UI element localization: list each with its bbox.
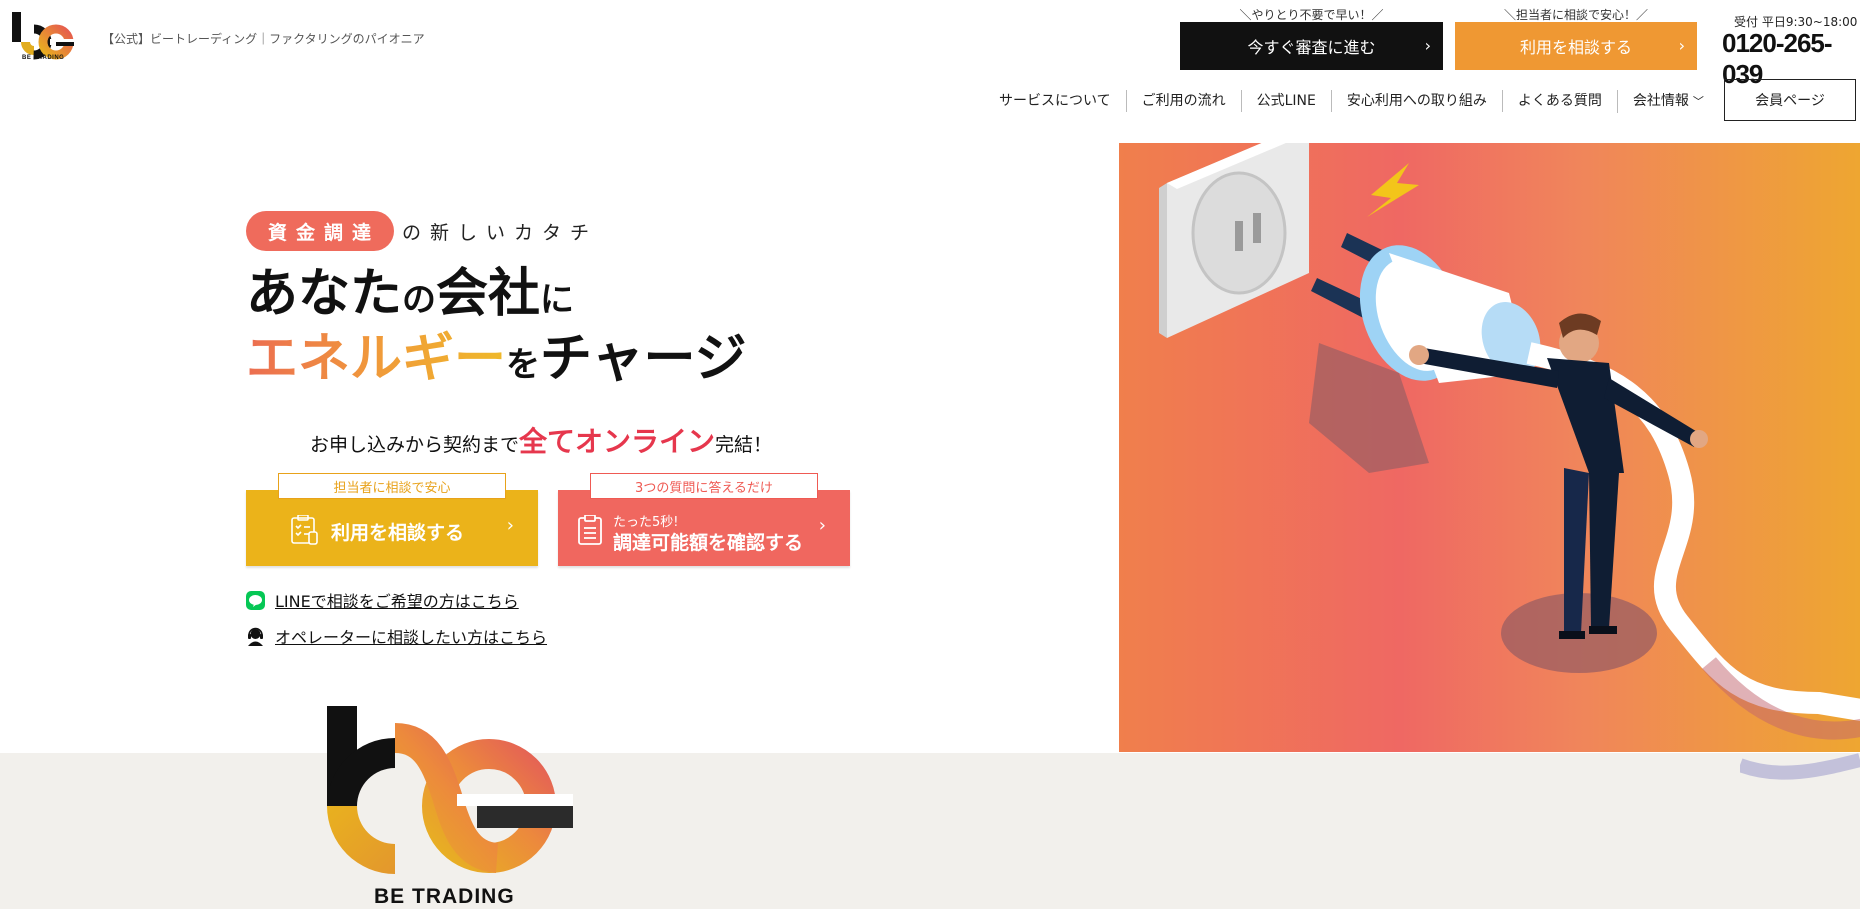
headline-word: チャージ	[540, 329, 747, 389]
nav-item-flow[interactable]: ご利用の流れ	[1125, 90, 1241, 112]
operator-consult-link-text: オペレーターに相談したい方はこちら	[275, 628, 548, 647]
plug-man-illustration	[1159, 143, 1860, 740]
online-tagline: お申し込みから契約まで全てオンライン完結！	[310, 420, 772, 460]
site-caption: 【公式】ビートレーディング｜ファクタリングのパイオニア	[102, 32, 425, 46]
headline-particle: に	[540, 280, 575, 320]
headline-particle: を	[506, 345, 541, 385]
chevron-right-icon: ›	[1678, 36, 1685, 55]
operator-icon	[248, 627, 263, 646]
nav-item-company-label: 会社情報	[1632, 92, 1689, 109]
nav-item-faq[interactable]: よくある質問	[1501, 90, 1617, 112]
clipboard-icon	[578, 515, 602, 545]
chevron-down-icon: ﹀	[1692, 94, 1704, 108]
online-tagline-suffix: 完結！	[715, 434, 773, 456]
consult-tab-label: 担当者に相談で安心	[278, 473, 506, 499]
headline-line-2: エネルギーをチャージ	[246, 333, 746, 385]
review-note: ＼やりとり不要で早い！／	[1239, 8, 1384, 22]
checklist-icon	[291, 515, 318, 545]
headline-particle: の	[402, 280, 437, 320]
funding-tag-suffix: の新しいカタチ	[402, 222, 599, 244]
nav-item-company[interactable]: 会社情報 ﹀	[1616, 89, 1719, 113]
check-tab-label: 3つの質問に答えるだけ	[590, 473, 818, 499]
line-icon	[246, 590, 265, 610]
member-page-button[interactable]: 会員ページ	[1724, 79, 1856, 121]
start-review-label: 今すぐ審査に進む	[1247, 38, 1376, 57]
nav-item-service[interactable]: サービスについて	[984, 90, 1126, 112]
cable-decoration	[1740, 753, 1860, 780]
consult-button-main-label: 利用を相談する	[331, 522, 465, 544]
chevron-right-icon: ›	[506, 515, 514, 536]
hero-illustration	[1119, 143, 1860, 752]
headline-word: 会社	[436, 264, 541, 324]
nav-item-safety[interactable]: 安心利用への取り組み	[1330, 90, 1502, 112]
consult-note: ＼担当者に相談で安心！／	[1503, 8, 1648, 22]
nav-item-line[interactable]: 公式LINE	[1240, 90, 1331, 112]
consult-button-header[interactable]: 利用を相談する ›	[1455, 22, 1697, 70]
start-review-button[interactable]: 今すぐ審査に進む ›	[1180, 22, 1443, 70]
brand-logo-text: BE TRADING	[374, 885, 515, 908]
check-amount-label: 調達可能額を確認する	[613, 532, 804, 554]
chevron-right-icon: ›	[818, 515, 826, 536]
logo-text: BE TRADING	[22, 55, 65, 61]
check-amount-button[interactable]: 3つの質問に答えるだけ たった5秒! 調達可能額を確認する ›	[558, 473, 850, 566]
headline-line-1: あなたの会社に	[246, 268, 574, 320]
brand-logo-icon	[327, 706, 573, 874]
online-tagline-prefix: お申し込みから契約まで	[310, 434, 520, 456]
headline-accent: エネルギー	[246, 329, 507, 389]
line-consult-link-text: LINEで相談をご希望の方はこちら	[275, 592, 519, 611]
consult-label-header: 利用を相談する	[1519, 38, 1632, 57]
funding-tag: 資金調達	[246, 211, 394, 251]
chevron-right-icon: ›	[1424, 36, 1431, 55]
online-tagline-accent: 全てオンライン	[519, 425, 716, 458]
lower-band	[0, 753, 1860, 909]
line-consult-link[interactable]: LINEで相談をご希望の方はこちら	[246, 588, 519, 612]
operator-consult-link[interactable]: オペレーターに相談したい方はこちら	[246, 624, 547, 648]
main-nav: サービスについて ご利用の流れ 公式LINE 安心利用への取り組み よくある質問…	[984, 89, 1719, 113]
headline-word: あなた	[246, 264, 403, 324]
consult-button-main[interactable]: 担当者に相談で安心 利用を相談する ›	[246, 473, 538, 566]
